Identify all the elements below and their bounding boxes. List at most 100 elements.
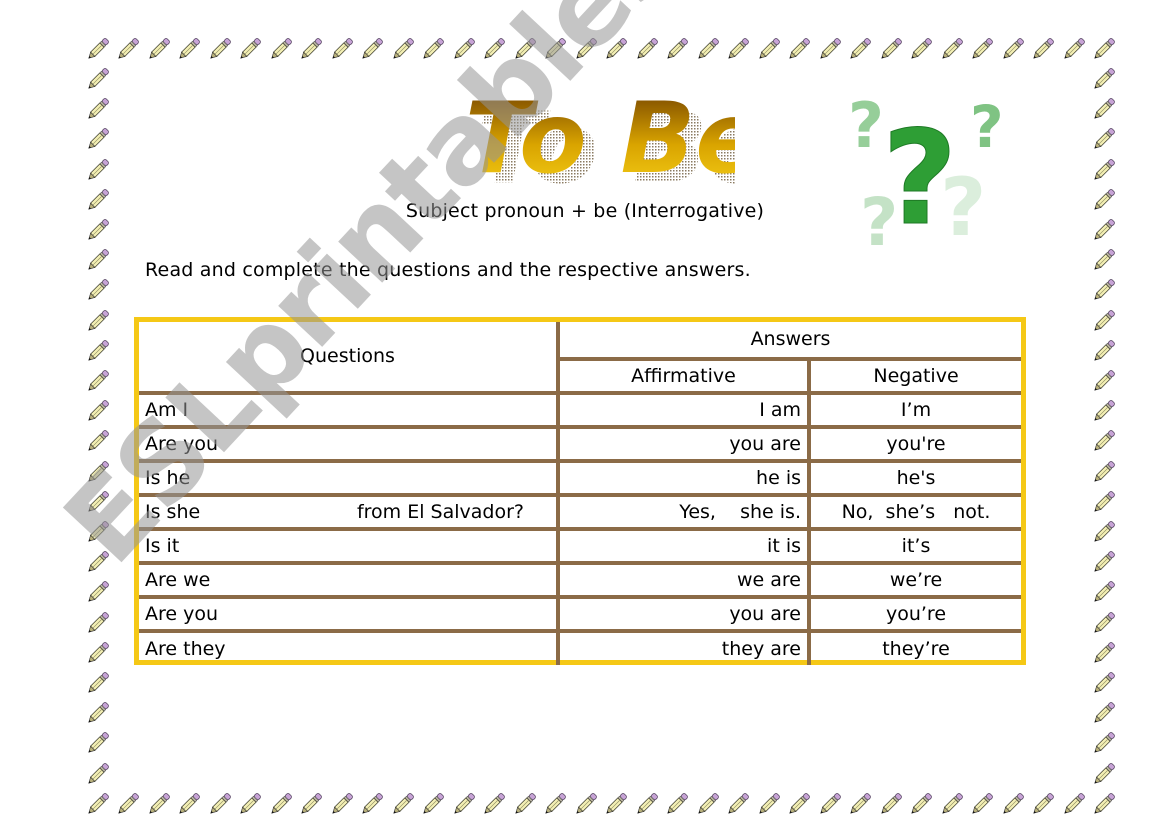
pencil-icon	[328, 35, 356, 63]
pencil-icon	[785, 35, 813, 63]
title-text: To Be	[465, 82, 735, 190]
affirmative-cell: they are	[556, 629, 811, 665]
header-negative: Negative	[806, 357, 1022, 395]
pencil-icon	[206, 35, 234, 63]
affirmative-cell: we are	[556, 561, 811, 599]
pencil-icon	[1090, 488, 1118, 516]
pencil-icon	[84, 518, 112, 546]
pencil-icon	[694, 35, 722, 63]
negative-cell: he's	[806, 459, 1022, 497]
pencil-icon	[1090, 609, 1118, 637]
pencil-icon	[907, 790, 935, 818]
pencil-icon	[1090, 760, 1118, 788]
pencil-icon	[1090, 578, 1118, 606]
pencil-icon	[968, 35, 996, 63]
pencil-icon	[84, 790, 112, 818]
pencil-icon	[175, 790, 203, 818]
pencil-icon	[1029, 35, 1057, 63]
pencil-icon	[389, 35, 417, 63]
pencil-icon	[1090, 518, 1118, 546]
pencil-icon	[1090, 548, 1118, 576]
pencil-icon	[1090, 458, 1118, 486]
table-row: Am I I am I’m	[139, 391, 1022, 429]
pencil-icon	[1060, 790, 1088, 818]
affirmative-cell: it is	[556, 527, 811, 565]
question-cell: Are they	[139, 629, 560, 665]
svg-text:?: ?	[970, 93, 1004, 161]
pencil-icon	[389, 790, 417, 818]
pencil-icon	[602, 790, 630, 818]
instruction: Read and complete the questions and the …	[145, 259, 751, 281]
question-cell: Are you	[139, 595, 560, 633]
pencil-icon	[84, 186, 112, 214]
pencil-icon	[267, 790, 295, 818]
pencil-icon	[84, 578, 112, 606]
question-suffix: from El Salvador?	[356, 500, 524, 523]
pencil-icon	[572, 35, 600, 63]
table-row: Are you you are you're	[139, 425, 1022, 463]
pencil-icon	[1090, 790, 1118, 818]
pencil-icon	[663, 35, 691, 63]
pencil-icon	[1090, 125, 1118, 153]
pencil-icon	[84, 95, 112, 123]
pencil-icon	[633, 790, 661, 818]
title-wordart: To Be To Be	[465, 82, 774, 206]
affirmative-cell: you are	[556, 595, 811, 633]
pencil-icon	[145, 35, 173, 63]
pencil-icon	[419, 35, 447, 63]
pencil-icon	[450, 35, 478, 63]
pencil-icon	[816, 790, 844, 818]
pencil-icon	[84, 760, 112, 788]
table-row: Is he he is he's	[139, 459, 1022, 497]
question-text: Is she	[145, 500, 201, 523]
pencil-icon	[480, 35, 508, 63]
pencil-icon	[1090, 699, 1118, 727]
pencil-icon	[694, 790, 722, 818]
pencil-icon	[663, 790, 691, 818]
pencil-icon	[1090, 427, 1118, 455]
header-questions: Questions	[139, 322, 560, 395]
pencil-icon	[1090, 95, 1118, 123]
pencil-icon	[1090, 639, 1118, 667]
negative-cell: I’m	[806, 391, 1022, 429]
pencil-icon	[785, 790, 813, 818]
pencil-icon	[877, 790, 905, 818]
pencil-icon	[236, 790, 264, 818]
pencil-icon	[84, 397, 112, 425]
pencil-icon	[84, 216, 112, 244]
pencil-icon	[84, 639, 112, 667]
table-row: Is it it is it’s	[139, 527, 1022, 565]
pencil-icon	[84, 35, 112, 63]
pencil-icon	[84, 246, 112, 274]
pencil-icon	[419, 790, 447, 818]
pencil-icon	[1090, 35, 1118, 63]
affirmative-cell: you are	[556, 425, 811, 463]
pencil-icon	[84, 548, 112, 576]
table-row: Are you you are you’re	[139, 595, 1022, 633]
pencil-icon	[1090, 65, 1118, 93]
svg-text:?: ?	[882, 102, 957, 254]
question-text: Am I	[145, 398, 189, 421]
pencil-icon	[1090, 669, 1118, 697]
pencil-icon	[145, 790, 173, 818]
negative-cell: it’s	[806, 527, 1022, 565]
pencil-icon	[511, 35, 539, 63]
question-text: Is he	[145, 466, 191, 489]
pencil-icon	[1029, 790, 1057, 818]
pencil-icon	[84, 125, 112, 153]
pencil-icon	[1060, 35, 1088, 63]
affirmative-cell: I am	[556, 391, 811, 429]
pencil-icon	[1090, 186, 1118, 214]
question-marks-icon: ? ? ? ? ?	[840, 85, 1020, 261]
pencil-icon	[999, 35, 1027, 63]
pencil-icon	[511, 790, 539, 818]
pencil-icon	[1090, 367, 1118, 395]
pencil-icon	[968, 790, 996, 818]
table-row: Are we we are we’re	[139, 561, 1022, 599]
pencil-icon	[602, 35, 630, 63]
pencil-icon	[84, 65, 112, 93]
question-cell: Am I	[139, 391, 560, 429]
pencil-icon	[541, 790, 569, 818]
pencil-icon	[816, 35, 844, 63]
pencil-icon	[1090, 156, 1118, 184]
